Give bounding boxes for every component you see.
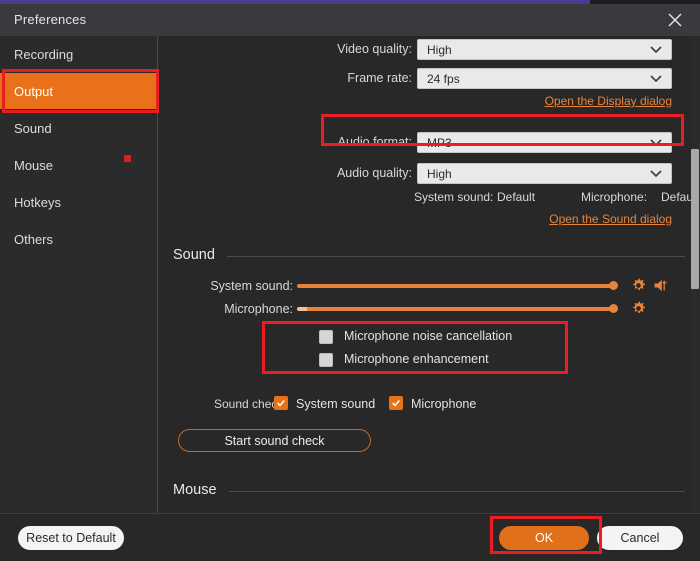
sound-section-header: Sound — [173, 245, 685, 265]
sound-check-system-sound-checkbox[interactable] — [274, 396, 288, 410]
sidebar-item-mouse[interactable]: Mouse — [0, 147, 158, 183]
microphone-enhancement-checkbox[interactable] — [319, 353, 333, 367]
audio-format-select[interactable]: MP3 — [417, 132, 672, 153]
mouse-section-header: Mouse — [173, 480, 685, 500]
ok-button[interactable]: OK — [499, 526, 589, 550]
system-sound-device-label: System sound: — [414, 190, 493, 204]
preferences-dialog: Preferences Recording Output Sound Mouse… — [0, 0, 700, 561]
system-sound-slider-knob[interactable] — [609, 281, 618, 290]
audio-format-value: MP3 — [427, 136, 452, 150]
sidebar-item-label: Others — [14, 232, 53, 247]
video-quality-value: High — [427, 43, 452, 57]
sound-check-system-sound-label: System sound — [296, 397, 375, 411]
microphone-device-label: Microphone: — [581, 190, 647, 204]
frame-rate-value: 24 fps — [427, 72, 460, 86]
title-bar: Preferences — [0, 4, 700, 36]
system-sound-device-value: Default — [497, 190, 535, 204]
sidebar-item-sound[interactable]: Sound — [0, 110, 158, 146]
audio-quality-value: High — [427, 167, 452, 181]
sidebar: Recording Output Sound Mouse Hotkeys Oth… — [0, 36, 158, 513]
open-sound-dialog-link[interactable]: Open the Sound dialog — [549, 212, 672, 226]
dialog-footer: Reset to Default OK Cancel — [0, 513, 700, 561]
content-scrollbar-thumb[interactable] — [691, 149, 699, 289]
system-sound-slider-label: System sound: — [197, 279, 293, 293]
frame-rate-label: Frame rate: — [317, 71, 412, 85]
close-icon[interactable] — [658, 6, 692, 34]
sidebar-item-recording[interactable]: Recording — [0, 36, 158, 72]
section-divider — [229, 491, 685, 492]
chevron-down-icon — [649, 168, 663, 183]
microphone-enhancement-label: Microphone enhancement — [344, 352, 489, 366]
microphone-slider-knob[interactable] — [609, 304, 618, 313]
audio-quality-select[interactable]: High — [417, 163, 672, 184]
reset-to-default-button[interactable]: Reset to Default — [18, 526, 124, 550]
chevron-down-icon — [649, 44, 663, 59]
microphone-slider[interactable] — [297, 307, 613, 311]
sidebar-item-hotkeys[interactable]: Hotkeys — [0, 184, 158, 220]
start-sound-check-button[interactable]: Start sound check — [178, 429, 371, 452]
frame-rate-select[interactable]: 24 fps — [417, 68, 672, 89]
cancel-button[interactable]: Cancel — [597, 526, 683, 550]
section-divider — [227, 256, 685, 257]
sidebar-item-label: Mouse — [14, 158, 53, 173]
open-display-dialog-link[interactable]: Open the Display dialog — [545, 94, 672, 108]
mouse-section-title: Mouse — [173, 482, 217, 498]
window-title: Preferences — [14, 12, 86, 27]
sound-check-microphone-label: Microphone — [411, 397, 476, 411]
speaker-icon[interactable] — [653, 278, 669, 298]
noise-cancellation-label: Microphone noise cancellation — [344, 329, 512, 343]
audio-format-label: Audio format: — [317, 135, 412, 149]
audio-quality-label: Audio quality: — [317, 166, 412, 180]
chevron-down-icon — [649, 137, 663, 152]
sidebar-item-label: Recording — [14, 47, 73, 62]
content-scrollbar-track[interactable] — [691, 36, 700, 513]
sidebar-item-output[interactable]: Output — [0, 73, 158, 109]
system-sound-slider[interactable] — [297, 284, 613, 288]
chevron-down-icon — [649, 73, 663, 88]
sidebar-item-label: Output — [14, 84, 53, 99]
sidebar-item-others[interactable]: Others — [0, 221, 158, 257]
gear-icon[interactable] — [631, 301, 646, 321]
settings-content-panel: Video quality: High Frame rate: 24 fps O… — [159, 36, 700, 513]
noise-cancellation-checkbox[interactable] — [319, 330, 333, 344]
microphone-slider-label: Microphone: — [197, 302, 293, 316]
mouse-cursor-marker — [124, 155, 131, 162]
video-quality-select[interactable]: High — [417, 39, 672, 60]
sidebar-item-label: Sound — [14, 121, 52, 136]
gear-icon[interactable] — [631, 278, 646, 298]
sidebar-item-label: Hotkeys — [14, 195, 61, 210]
video-quality-label: Video quality: — [317, 42, 412, 56]
sound-section-title: Sound — [173, 247, 215, 263]
sound-check-microphone-checkbox[interactable] — [389, 396, 403, 410]
